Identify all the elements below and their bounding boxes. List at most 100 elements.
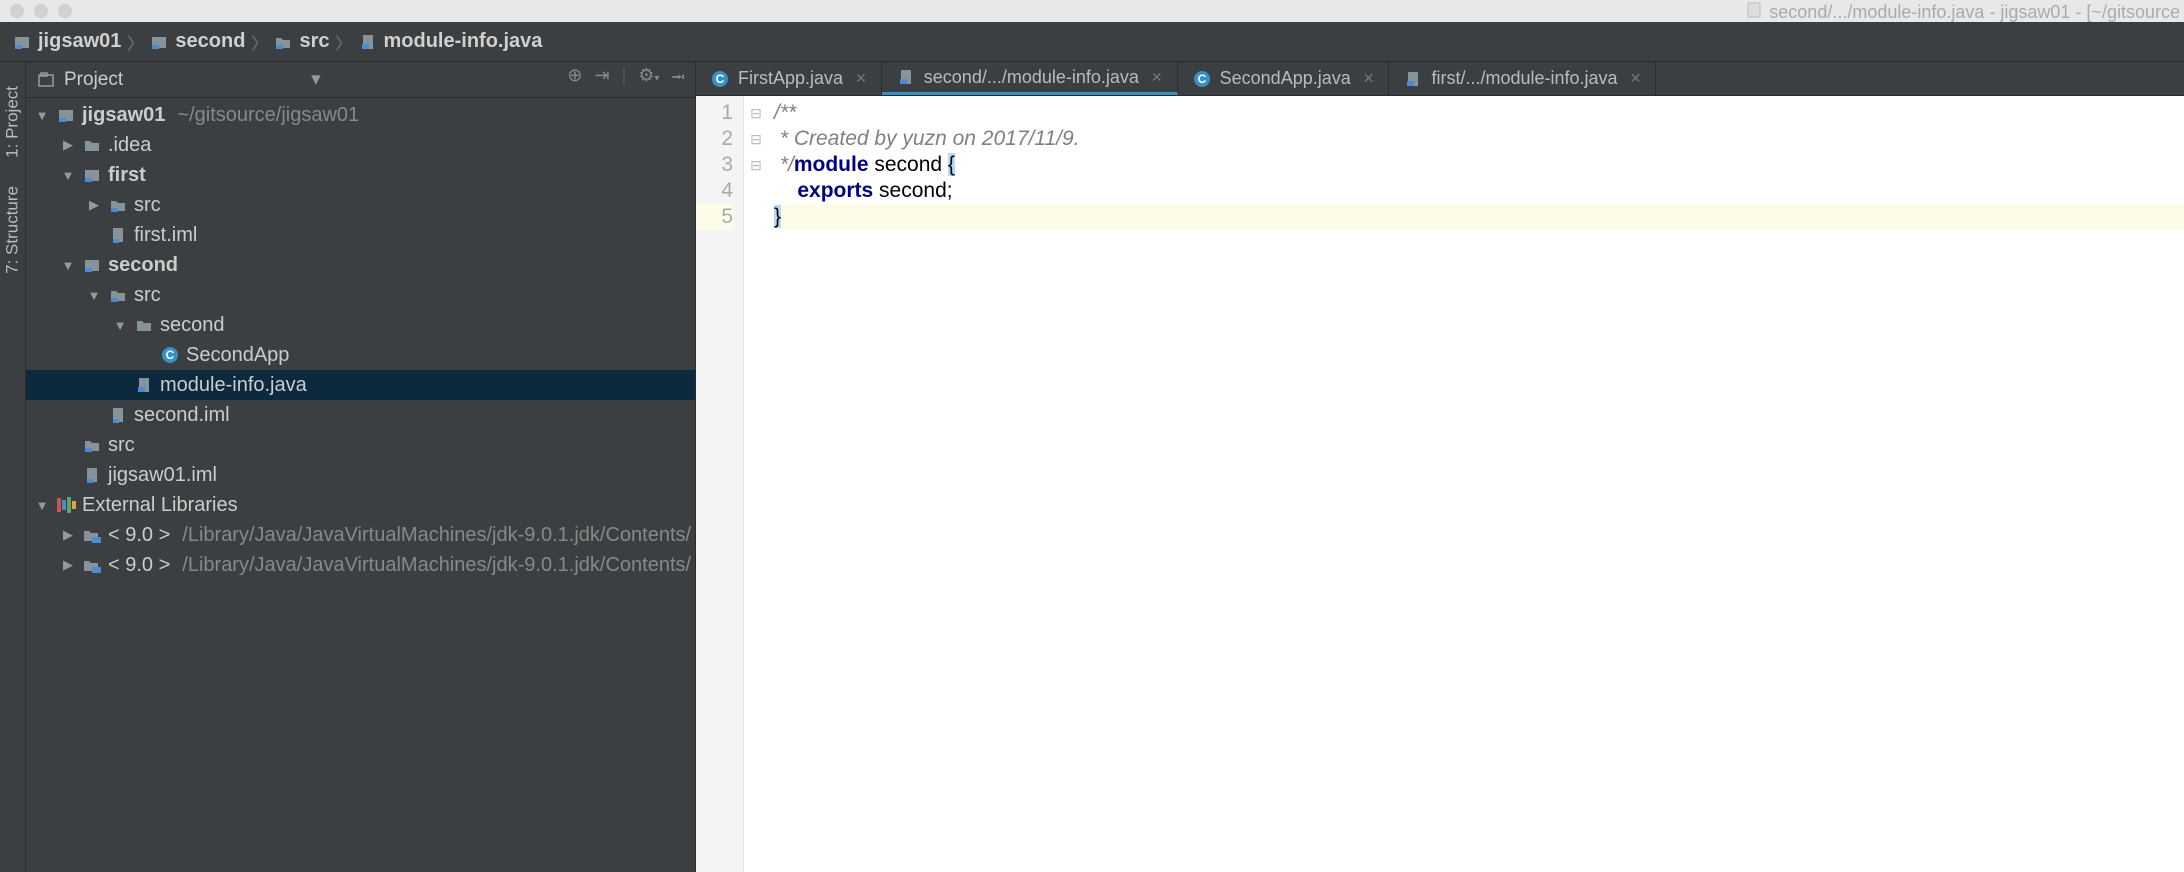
tree-row[interactable]: ▶.idea — [26, 130, 695, 160]
traffic-lights — [10, 4, 72, 18]
code-line[interactable]: */module second { — [774, 152, 2184, 178]
tree-label: second — [160, 314, 225, 337]
expand-toggle-icon[interactable]: ▼ — [34, 498, 50, 513]
tree-row[interactable]: ▼ second — [26, 310, 695, 340]
window-title: second/.../module-info.java - jigsaw01 -… — [1744, 0, 2180, 23]
tree-label: second — [108, 254, 178, 277]
divider: | — [622, 65, 627, 95]
project-tree[interactable]: ▼jigsaw01~/gitsource/jigsaw01▶.idea▼firs… — [26, 98, 695, 872]
gear-icon[interactable]: ⚙▾ — [638, 65, 659, 95]
chevron-right-icon: 〉 — [251, 30, 267, 54]
tree-row[interactable]: ▼ second — [26, 250, 695, 280]
tree-label: jigsaw01.iml — [108, 464, 217, 487]
code-body[interactable]: /** * Created by yuzn on 2017/11/9. */mo… — [768, 96, 2184, 872]
tree-label: < 9.0 > — [108, 524, 170, 547]
breadcrumb-item[interactable]: second — [149, 30, 245, 53]
tree-row[interactable]: ▼ External Libraries — [26, 490, 695, 520]
tab-label: SecondApp.java — [1220, 68, 1351, 89]
fold-column[interactable]: ⊟⊟⊟ — [744, 96, 768, 872]
tab-label: FirstApp.java — [738, 68, 843, 89]
expand-toggle-icon[interactable]: ▼ — [60, 258, 76, 273]
expand-toggle-icon[interactable]: ▼ — [86, 288, 102, 303]
breadcrumb-item[interactable]: module-info.java — [358, 30, 543, 53]
class-icon: C — [710, 69, 730, 89]
tree-row[interactable]: CSecondApp — [26, 340, 695, 370]
tree-row[interactable]: ▶ src — [26, 190, 695, 220]
expand-toggle-icon[interactable]: ▶ — [60, 557, 76, 573]
close-icon[interactable]: ✕ — [1630, 70, 1642, 87]
module-icon — [82, 165, 102, 185]
expand-toggle-icon[interactable]: ▼ — [34, 108, 50, 123]
file-icon — [108, 405, 128, 425]
tool-window-tab[interactable]: 1: Project — [0, 72, 25, 172]
code-line[interactable]: * Created by yuzn on 2017/11/9. — [774, 126, 2184, 152]
folder-blue-icon — [82, 435, 102, 455]
maximize-dot[interactable] — [58, 4, 72, 18]
code-line[interactable]: } — [774, 204, 2184, 230]
editor-tab[interactable]: C FirstApp.java ✕ — [696, 62, 882, 95]
code-line[interactable]: exports second; — [774, 178, 2184, 204]
editor-tab[interactable]: first/.../module-info.java✕ — [1389, 62, 1656, 95]
editor-tabs: CFirstApp.java✕second/.../module-info.ja… — [696, 62, 2184, 96]
tree-row[interactable]: module-info.java — [26, 370, 695, 400]
breadcrumb-label: second — [175, 30, 245, 53]
module-icon — [82, 255, 102, 275]
tree-path: /Library/Java/JavaVirtualMachines/jdk-9.… — [182, 524, 691, 547]
close-dot[interactable] — [10, 4, 24, 18]
tree-label: jigsaw01 — [82, 104, 165, 127]
chevron-down-icon[interactable]: ▾ — [311, 68, 321, 91]
java-icon — [896, 67, 916, 87]
breadcrumb-label: module-info.java — [384, 30, 543, 53]
close-icon[interactable]: ✕ — [1151, 69, 1163, 86]
java-icon — [1403, 69, 1423, 89]
minimize-dot[interactable] — [34, 4, 48, 18]
line-number: 5 — [696, 204, 733, 230]
tree-label: src — [134, 284, 161, 307]
code-line[interactable]: /** — [774, 100, 2184, 126]
expand-toggle-icon[interactable]: ▼ — [112, 318, 128, 333]
expand-toggle-icon[interactable]: ▼ — [60, 168, 76, 183]
tree-row[interactable]: second.iml — [26, 400, 695, 430]
tree-row[interactable]: jigsaw01.iml — [26, 460, 695, 490]
tree-row[interactable]: ▼jigsaw01~/gitsource/jigsaw01 — [26, 100, 695, 130]
fold-toggle-icon[interactable]: ⊟ — [744, 100, 768, 126]
autoscroll-icon[interactable]: ⇥ — [594, 65, 609, 95]
locate-icon[interactable]: ⊕ — [567, 65, 582, 95]
tree-row[interactable]: src — [26, 430, 695, 460]
tool-window-tab[interactable]: 7: Structure — [0, 172, 25, 288]
breadcrumb-item[interactable]: jigsaw01 — [12, 30, 121, 53]
tree-row[interactable]: first.iml — [26, 220, 695, 250]
expand-toggle-icon[interactable]: ▶ — [60, 137, 76, 153]
breadcrumb: jigsaw01〉second〉src〉module-info.java — [0, 22, 2184, 62]
folder-icon — [134, 315, 154, 335]
breadcrumb-label: jigsaw01 — [38, 30, 121, 53]
file-icon — [108, 225, 128, 245]
panel-toolbar: ⊕ ⇥ | ⚙▾ ⭲ — [567, 65, 685, 95]
fold-toggle-icon[interactable]: ⊟ — [744, 152, 768, 178]
tree-label: src — [134, 194, 161, 217]
expand-toggle-icon[interactable]: ▶ — [60, 527, 76, 543]
tree-label: < 9.0 > — [108, 554, 170, 577]
project-panel-title[interactable]: Project ▾ — [36, 68, 321, 91]
tree-row[interactable]: ▶< 9.0 >/Library/Java/JavaVirtualMachine… — [26, 550, 695, 580]
line-gutter: 12345 — [696, 96, 744, 872]
editor-tab[interactable]: second/.../module-info.java✕ — [882, 62, 1178, 95]
close-icon[interactable]: ✕ — [855, 70, 867, 87]
code-editor[interactable]: 12345 ⊟⊟⊟ /** * Created by yuzn on 2017/… — [696, 96, 2184, 872]
editor-tab[interactable]: CSecondApp.java✕ — [1178, 62, 1390, 95]
fold-toggle-icon[interactable]: ⊟ — [744, 126, 768, 152]
window-titlebar: second/.../module-info.java - jigsaw01 -… — [0, 0, 2184, 22]
project-tool-window: Project ▾ ⊕ ⇥ | ⚙▾ ⭲ ▼jigsaw01~/gitsourc… — [26, 62, 696, 872]
tree-label: External Libraries — [82, 494, 238, 517]
lib-icon — [82, 525, 102, 545]
tree-row[interactable]: ▶ < 9.0 > /Library/Java/JavaVirtualMachine… — [26, 520, 695, 550]
tree-label: first — [108, 164, 146, 187]
tree-row[interactable]: ▼ src — [26, 280, 695, 310]
svg-text:C: C — [166, 348, 175, 362]
close-icon[interactable]: ✕ — [1363, 70, 1375, 87]
tree-label: src — [108, 434, 135, 457]
expand-toggle-icon[interactable]: ▶ — [86, 197, 102, 213]
breadcrumb-item[interactable]: src — [273, 30, 329, 53]
collapse-icon[interactable]: ⭲ — [671, 65, 685, 95]
tree-row[interactable]: ▼ first — [26, 160, 695, 190]
